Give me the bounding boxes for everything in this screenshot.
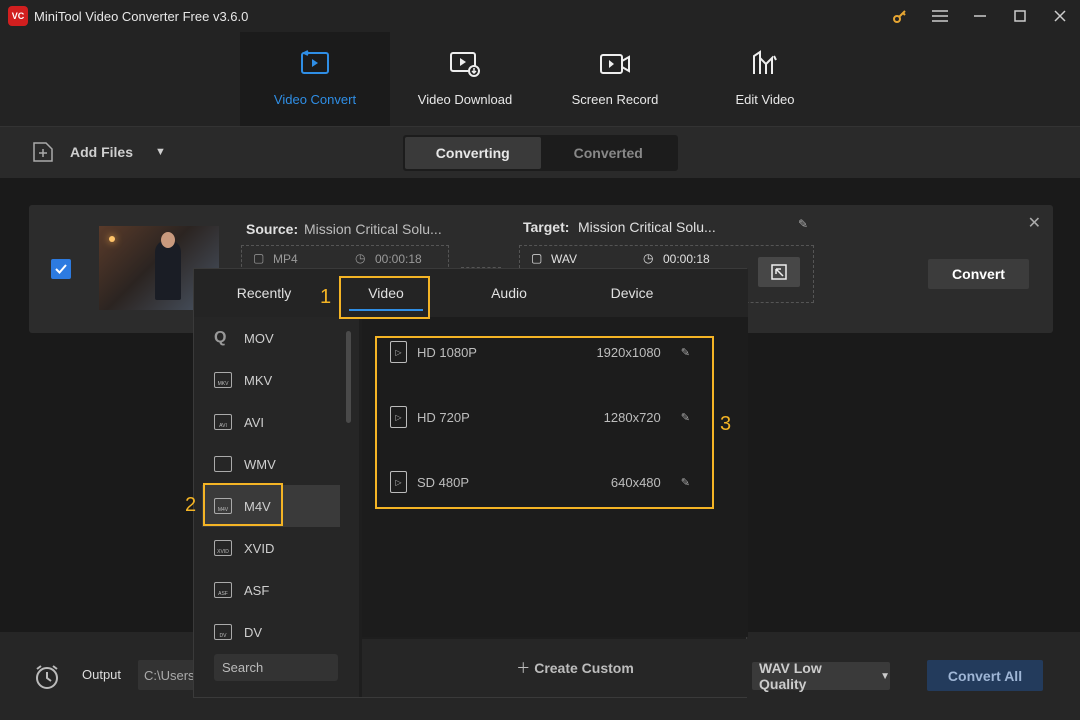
asf-file-icon: ASF [214,582,232,598]
edit-video-icon [753,50,777,74]
format-name: DV [244,624,263,640]
format-name: ASF [244,582,270,598]
file-checkbox[interactable] [51,259,71,279]
annotation-number: 2 [185,494,197,516]
file-icon: ▢ [531,251,543,265]
search-placeholder: Search [222,660,264,675]
format-item-avi[interactable]: AVI AVI [194,401,344,443]
xvid-file-icon: XVID [214,540,232,556]
format-name: WMV [244,456,276,472]
highlight-m4v-format [203,483,283,526]
edit-icon[interactable]: ✎ [798,217,808,231]
format-item-xvid[interactable]: XVID XVID [194,527,344,569]
video-convert-icon [301,50,329,74]
target-format-button[interactable] [758,257,800,287]
key-icon[interactable] [880,0,920,32]
toolbar: Add Files ▼ Converting Converted [0,126,1080,178]
annotation-number: 3 [720,413,732,435]
format-item-mov[interactable]: Q MOV [194,317,344,359]
format-name: MKV [244,372,273,388]
tab-audio[interactable]: Audio [464,269,554,317]
tab-device[interactable]: Device [584,269,680,317]
format-name: AVI [244,414,264,430]
source-name: Mission Critical Solu... [304,221,442,237]
format-tabs: Recently Video Audio Device [194,269,748,317]
tab-label: Edit Video [735,92,795,107]
format-item-asf[interactable]: ASF ASF [194,569,344,611]
format-name: XVID [244,540,275,556]
wmv-file-icon [214,456,232,472]
close-icon[interactable] [1040,0,1080,32]
quality-value: WAV Low Quality [759,660,822,692]
add-file-icon [33,142,53,162]
search-icon: Q [214,329,227,346]
chevron-down-icon: ▼ [880,670,890,682]
menu-icon[interactable] [920,0,960,32]
schedule-icon[interactable] [34,664,60,690]
plus-icon: ＋ [516,660,531,676]
create-custom-label: ＋ Create Custom [516,660,634,676]
format-item-wmv[interactable]: WMV [194,443,344,485]
file-icon: ▢ [253,251,265,265]
window-title: MiniTool Video Converter Free v3.6.0 [34,8,249,24]
annotation-number: 1 [320,286,332,308]
tab-label: Video Download [417,92,513,107]
format-search-input[interactable]: Search [214,654,338,681]
add-files-button[interactable]: Add Files ▼ [32,141,166,163]
highlight-video-tab [339,276,430,319]
dv-file-icon: DV [214,624,232,640]
app-logo: VC [8,6,28,26]
target-name: Mission Critical Solu... [578,219,716,235]
minimize-icon[interactable] [960,0,1000,32]
tab-video-convert[interactable]: Video Convert [240,32,390,126]
tab-label: Screen Record [571,92,659,107]
output-label: Output [82,667,122,682]
tab-recently[interactable]: Recently [214,269,314,317]
maximize-icon[interactable] [1000,0,1040,32]
format-name: MOV [244,330,274,346]
source-duration: 00:00:18 [375,252,422,266]
conversion-tabs: Converting Converted [403,135,678,171]
source-label: Source: [246,221,299,237]
convert-button[interactable]: Convert [928,259,1029,289]
tab-screen-record[interactable]: Screen Record [540,32,690,126]
title-bar: VC MiniTool Video Converter Free v3.6.0 [0,0,1080,32]
clock-icon: ◷ [643,251,654,265]
tab-converting[interactable]: Converting [405,137,541,169]
quality-dropdown[interactable]: WAV Low Quality ▼ [752,660,890,692]
target-label: Target: [523,219,570,235]
clock-icon: ◷ [355,251,366,265]
check-icon [55,264,67,274]
output-path-field[interactable]: C:\Users [138,660,198,690]
chevron-down-icon[interactable]: ▼ [155,146,166,158]
select-format-icon [771,264,787,280]
remove-file-icon[interactable]: ✕ [1028,213,1041,233]
tab-edit-video[interactable]: Edit Video [690,32,840,126]
add-files-label: Add Files [70,144,134,160]
tab-label: Video Convert [273,92,357,107]
mkv-file-icon: MKV [214,372,232,388]
video-download-icon [450,52,480,77]
avi-file-icon: AVI [214,414,232,430]
convert-all-button[interactable]: Convert All [927,660,1043,691]
create-custom-button[interactable]: ＋ Create Custom [362,639,748,697]
screen-record-icon [600,54,630,74]
main-nav: Video Convert Video Download Screen Reco… [0,32,1080,126]
format-item-dv[interactable]: DV DV [194,611,344,653]
highlight-presets [375,336,714,509]
format-list-scrollbar[interactable] [346,331,351,423]
format-item-mkv[interactable]: MKV MKV [194,359,344,401]
target-format: WAV [551,252,577,266]
tab-video-download[interactable]: Video Download [390,32,540,126]
source-format: MP4 [273,252,298,266]
tab-converted[interactable]: Converted [541,137,677,169]
target-duration: 00:00:18 [663,252,710,266]
